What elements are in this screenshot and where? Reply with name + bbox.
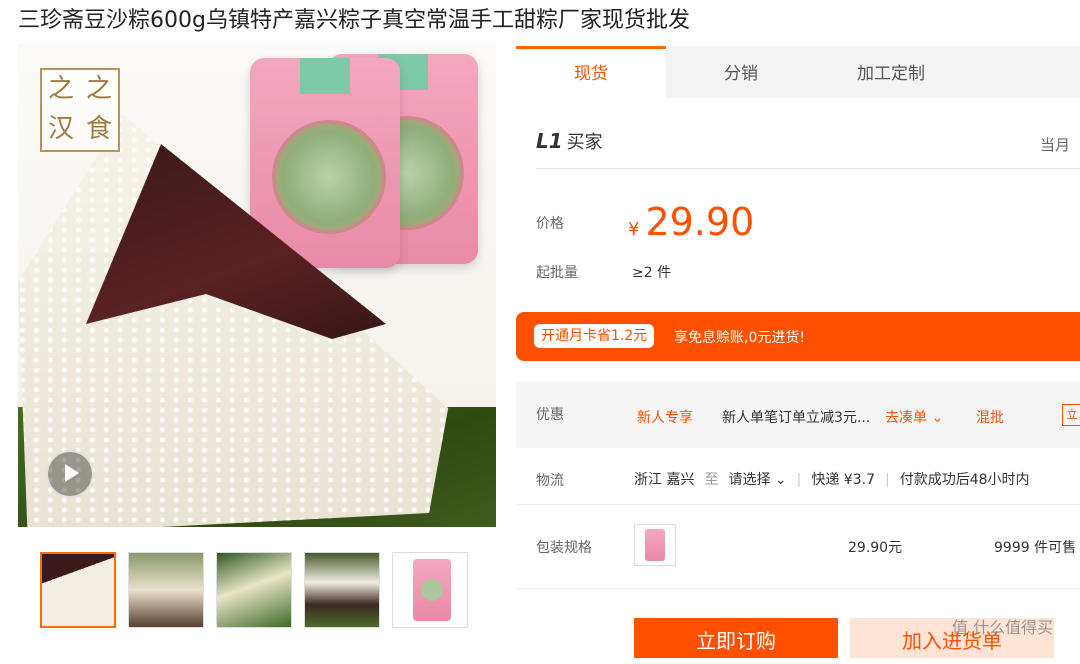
thumbnail-2[interactable] bbox=[128, 552, 204, 628]
add-items-link[interactable]: 去凑单 ⌄ bbox=[885, 407, 943, 427]
month-info: 当月 bbox=[1040, 136, 1071, 154]
tab-custom-processing[interactable]: 加工定制 bbox=[816, 46, 966, 98]
price-label: 价格 bbox=[536, 216, 564, 232]
packaging-label: 包装规格 bbox=[536, 540, 592, 556]
promotion-description: 新人单笔订单立减3元... bbox=[722, 410, 871, 426]
shipping-info: 浙江 嘉兴至请选择 ⌄ | 快递 ¥3.7 | 付款成功后48小时内 bbox=[634, 469, 1030, 489]
divider bbox=[516, 504, 1080, 505]
ship-from: 浙江 嘉兴 bbox=[634, 472, 695, 488]
ship-to-word: 至 bbox=[704, 472, 719, 488]
thumbnail-3[interactable] bbox=[216, 552, 292, 628]
separator: | bbox=[884, 472, 890, 488]
membership-pill[interactable]: 开通月卡省1.2元 bbox=[534, 324, 655, 348]
brand-logo: 之之 汉食 bbox=[40, 68, 120, 152]
price-value: ¥29.90 bbox=[628, 200, 754, 244]
divider bbox=[516, 588, 1080, 589]
watermark: 值 什么值得买 bbox=[952, 618, 1054, 637]
product-title: 三珍斋豆沙粽600g乌镇特产嘉兴粽子真空常温手工甜粽厂家现货批发 bbox=[18, 8, 690, 33]
play-video-icon[interactable] bbox=[46, 450, 94, 498]
thumbnail-4[interactable] bbox=[304, 552, 380, 628]
purchase-mode-tabs: 现货 分销 加工定制 bbox=[516, 46, 1080, 98]
buyer-label: 买家 bbox=[566, 132, 603, 153]
buy-now-button[interactable]: 立即订购 bbox=[634, 618, 838, 658]
shipping-label: 物流 bbox=[536, 473, 564, 489]
tab-spot[interactable]: 现货 bbox=[516, 46, 666, 98]
packaging-option-thumb[interactable] bbox=[634, 524, 676, 566]
tab-distribution[interactable]: 分销 bbox=[666, 46, 816, 98]
express-fee: 快递 ¥3.7 bbox=[811, 472, 875, 488]
moq-label: 起批量 bbox=[536, 265, 578, 281]
price-number: 29.90 bbox=[645, 200, 755, 244]
membership-banner-text: 享免息赊账,0元进货! bbox=[674, 330, 805, 346]
packaging-stock: 9999 件可售 bbox=[994, 540, 1077, 556]
separator: | bbox=[796, 472, 802, 488]
new-user-tag: 新人专享 bbox=[637, 410, 693, 426]
thumbnail-strip bbox=[40, 552, 468, 628]
packaging-price: 29.90元 bbox=[848, 540, 903, 556]
currency-symbol: ¥ bbox=[628, 219, 640, 240]
delivery-eta: 付款成功后48小时内 bbox=[899, 472, 1030, 488]
thumbnail-1[interactable] bbox=[40, 552, 116, 628]
destination-select[interactable]: 请选择 ⌄ bbox=[728, 472, 786, 488]
thumbnail-5[interactable] bbox=[392, 552, 468, 628]
promotion-label: 优惠 bbox=[536, 407, 564, 423]
buyer-level: L1 买家 bbox=[536, 128, 603, 154]
promo-coupon-badge[interactable]: 立 bbox=[1062, 404, 1080, 426]
mixed-batch-link[interactable]: 混批 bbox=[976, 407, 1004, 427]
buyer-level-badge: L1 bbox=[536, 129, 563, 153]
divider bbox=[536, 168, 1080, 169]
moq-value: ≥2 件 bbox=[632, 265, 672, 281]
